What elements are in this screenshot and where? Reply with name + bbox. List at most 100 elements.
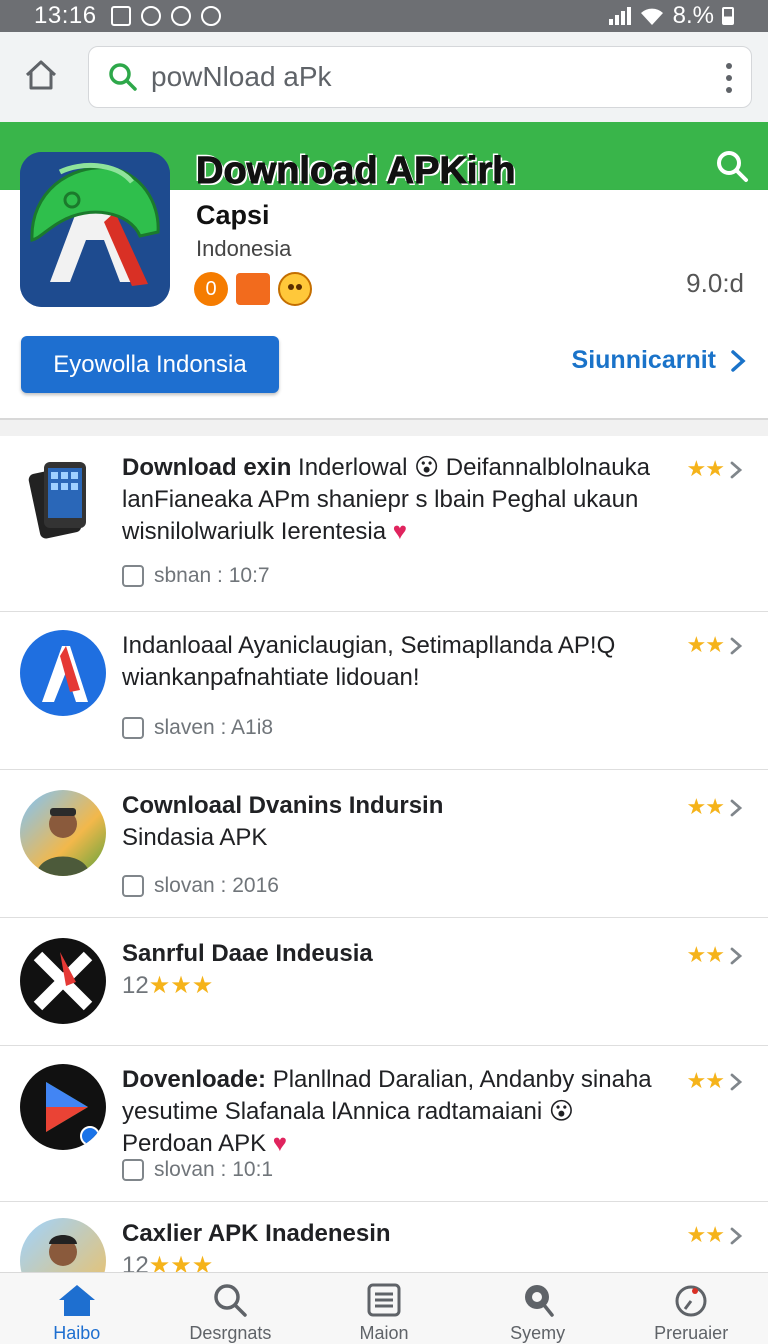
list-item-description: Sindasia APK [122,824,268,851]
category-badge-icon [236,273,270,305]
calendar-icon [122,875,144,897]
list-item[interactable]: Cownloaal Dvanins Indursin Sindasia APK … [0,770,768,918]
status-bar: 13:16 8.% [0,0,768,32]
x-logo-icon [20,938,106,1024]
nav-label: Maion [359,1323,409,1343]
app-badges: 0 [194,272,312,306]
rating-stars: ★★ [686,1068,725,1093]
chevron-right-icon [731,349,746,372]
list-item[interactable]: Download exin Inderlowal 😮 Deifannalblol… [0,436,768,612]
list-item-meta: slovan : 2016 [122,874,279,898]
phone-icon [20,456,106,542]
home-icon[interactable] [22,56,60,94]
notification-icon [140,6,161,26]
nav-label: Desrgnats [189,1323,272,1343]
calendar-icon [122,1159,144,1181]
list-item[interactable]: Caxlier APK Inadenesin 12★★★ ★★ [0,1202,768,1272]
list-item-version: slaven : A1i8 [154,716,274,739]
search-icon[interactable] [714,148,750,184]
list-item-version: sbnan : 10:7 [154,564,270,587]
developer-name: Capsi [196,200,270,230]
list-icon [367,1283,401,1317]
list-item-rating-count: 12 [122,972,149,999]
notification-icon [110,6,131,26]
nav-item-home[interactable]: Haibo [0,1273,154,1344]
list-item-title: Cownloaal Dvanins Indursin [122,792,444,819]
inline-rating-stars: ★★★ [148,972,214,999]
search-icon [214,1284,248,1317]
notification-icons [110,6,221,26]
list-item-text: Caxlier APK Inadenesin 12★★★ [122,1218,658,1272]
rating-stars: ★★ [686,1222,725,1247]
heart-icon: ♥ [392,518,408,545]
list-item-text: Download exin Inderlowal 😮 Deifannalblol… [122,452,658,548]
chevron-right-icon [730,637,743,655]
notification-icon [200,6,221,26]
rating-stars: ★★ [686,794,725,819]
browser-toolbar: powNload aPk [0,32,768,122]
nav-label: Syemy [510,1323,566,1343]
wifi-icon [640,8,663,25]
magnify-icon [524,1285,554,1317]
rating-stars: ★★ [686,942,725,967]
play-icon [20,1064,106,1150]
app-icon [20,152,170,307]
nav-label: Haibo [53,1323,101,1343]
list-item-rating-count: 12 [122,1252,149,1272]
home-icon [58,1285,95,1316]
calendar-icon [122,717,144,739]
list-item-version: slovan : 2016 [154,874,279,897]
more-menu-icon[interactable] [725,63,733,93]
url-bar[interactable]: powNload aPk [88,46,752,108]
secondary-link-label: Siunnicarnit [571,346,716,374]
notification-icon [170,6,191,26]
list-item-title: Download exin [122,454,292,481]
list-item-meta: slovan : 10:1 [122,1158,273,1182]
search-icon [109,63,137,91]
list-item-title: Caxlier APK Inadenesin [122,1220,391,1247]
signal-icon [608,7,631,25]
list-item[interactable]: Indanloaal Ayaniclaugian, Setimapllanda … [0,612,768,770]
battery-icon [722,7,734,25]
developer-country: Indonesia [196,236,292,261]
rating-stars: ★★ [686,456,725,481]
list-item-title: Sanrful Daae Indeusia [122,940,373,967]
app-version: 9.0:d [686,268,744,298]
status-time: 13:16 [34,2,97,29]
nav-item-maion[interactable]: Maion [307,1273,461,1344]
list-item[interactable]: Dovenloade: Planllnad Daralian, Andanby … [0,1046,768,1202]
primary-download-button[interactable]: Eyowolla Indonsia [21,336,279,393]
nav-item-preruaier[interactable]: Preruaier [614,1273,768,1344]
chevron-right-icon [730,1227,743,1245]
battery-text: 8.% [672,2,714,29]
app-title: Download APKirh [195,150,516,193]
url-text: powNload aPk [151,61,332,92]
age-rating-badge: 0 [194,272,228,306]
bottom-navigation: Haibo Desrgnats Maion Syemy Preruaier [0,1272,768,1344]
gauge-icon [675,1285,707,1317]
chevron-right-icon [730,947,743,965]
a-logo-icon [20,630,106,716]
chevron-right-icon [730,799,743,817]
secondary-link[interactable]: Siunnicarnit [572,346,746,375]
list-item-version: slovan : 10:1 [154,1158,274,1181]
list-item-text: Indanloaal Ayaniclaugian, Setimapllanda … [122,630,658,694]
list-item-text: Cownloaal Dvanins Indursin Sindasia APK [122,790,658,854]
avatar-icon [20,790,106,876]
chevron-right-icon [730,1073,743,1091]
inline-rating-stars: ★★★ [148,1252,214,1272]
emoji-face-icon [278,272,312,306]
calendar-icon [122,565,144,587]
list-item[interactable]: Sanrful Daae Indeusia 12★★★ ★★ [0,918,768,1046]
chevron-right-icon [730,461,743,479]
nav-label: Preruaier [654,1323,729,1343]
list-item-text: Sanrful Daae Indeusia 12★★★ [122,938,658,1002]
nav-item-designats[interactable]: Desrgnats [154,1273,308,1344]
section-divider [0,420,768,436]
heart-icon: ♥ [272,1130,288,1157]
nav-item-syemy[interactable]: Syemy [461,1273,615,1344]
list-item-meta: slaven : A1i8 [122,716,273,740]
list-item-title: Dovenloade: [122,1066,267,1093]
rating-stars: ★★ [686,632,725,657]
avatar-icon [20,1218,106,1272]
